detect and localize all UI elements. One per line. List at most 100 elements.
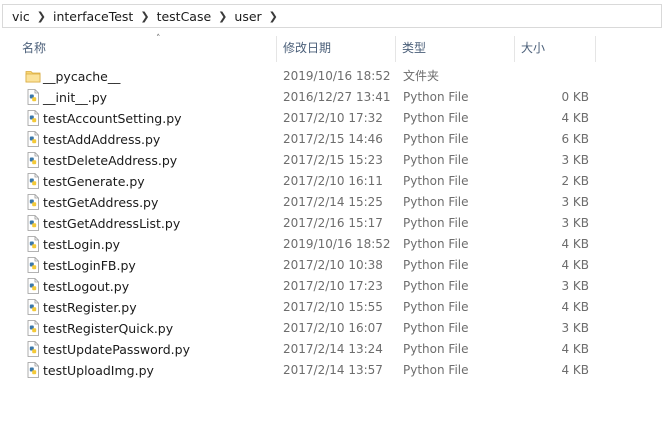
file-type: Python File — [403, 237, 469, 251]
file-type: Python File — [403, 174, 469, 188]
file-modified-date: 2017/2/16 15:17 — [283, 216, 383, 230]
file-name: testUploadImg.py — [43, 363, 154, 378]
folder-row[interactable]: __pycache__ 2019/10/16 18:52 文件夹 — [0, 66, 664, 87]
file-type: Python File — [403, 279, 469, 293]
file-size: 4 KB — [561, 111, 589, 125]
file-row[interactable]: testGetAddressList.py 2017/2/16 15:17 Py… — [0, 213, 664, 234]
file-modified-date: 2017/2/10 16:11 — [283, 174, 383, 188]
file-name: testGenerate.py — [43, 174, 145, 189]
file-row[interactable]: testDeleteAddress.py 2017/2/15 15:23 Pyt… — [0, 150, 664, 171]
column-header-type[interactable]: 类型 — [396, 34, 514, 62]
python-file-icon — [25, 320, 41, 336]
column-header-size-label: 大小 — [521, 41, 546, 55]
python-file-icon — [25, 299, 41, 315]
file-modified-date: 2019/10/16 18:52 — [283, 237, 391, 251]
chevron-right-icon[interactable]: ❯ — [33, 10, 50, 23]
file-name: testGetAddressList.py — [43, 216, 181, 231]
file-row[interactable]: testLogout.py 2017/2/10 17:23 Python Fil… — [0, 276, 664, 297]
column-header-date[interactable]: 修改日期 — [277, 34, 395, 62]
file-type: Python File — [403, 300, 469, 314]
python-file-icon — [25, 110, 41, 126]
file-modified-date: 2017/2/14 15:25 — [283, 195, 383, 209]
chevron-right-icon[interactable]: ❯ — [265, 10, 282, 23]
python-file-icon — [25, 152, 41, 168]
python-file-icon — [25, 341, 41, 357]
python-file-icon — [25, 215, 41, 231]
address-bar: vic ❯ interfaceTest ❯ testCase ❯ user ❯ — [0, 0, 664, 32]
file-size: 3 KB — [561, 321, 589, 335]
file-size: 2 KB — [561, 174, 589, 188]
file-list: __pycache__ 2019/10/16 18:52 文件夹 __init_… — [0, 66, 664, 381]
file-type: Python File — [403, 195, 469, 209]
file-modified-date: 2017/2/10 16:07 — [283, 321, 383, 335]
file-size: 3 KB — [561, 153, 589, 167]
file-type: Python File — [403, 132, 469, 146]
file-size: 4 KB — [561, 237, 589, 251]
file-row[interactable]: testRegisterQuick.py 2017/2/10 16:07 Pyt… — [0, 318, 664, 339]
file-size: 0 KB — [561, 90, 589, 104]
python-file-icon — [25, 131, 41, 147]
file-size: 6 KB — [561, 132, 589, 146]
file-modified-date: 2017/2/10 15:55 — [283, 300, 383, 314]
file-size: 4 KB — [561, 363, 589, 377]
file-type: Python File — [403, 111, 469, 125]
file-type: 文件夹 — [403, 69, 440, 83]
file-row[interactable]: testGetAddress.py 2017/2/14 15:25 Python… — [0, 192, 664, 213]
breadcrumb[interactable]: vic ❯ interfaceTest ❯ testCase ❯ user ❯ — [2, 4, 662, 28]
python-file-icon — [25, 89, 41, 105]
file-name: testRegisterQuick.py — [43, 321, 174, 336]
column-header-size[interactable]: 大小 — [515, 34, 595, 62]
file-row[interactable]: testAccountSetting.py 2017/2/10 17:32 Py… — [0, 108, 664, 129]
file-modified-date: 2017/2/14 13:24 — [283, 342, 383, 356]
file-name: testUpdatePassword.py — [43, 342, 190, 357]
file-modified-date: 2017/2/10 17:23 — [283, 279, 383, 293]
file-type: Python File — [403, 321, 469, 335]
file-row[interactable]: testLogin.py 2019/10/16 18:52 Python Fil… — [0, 234, 664, 255]
file-size: 3 KB — [561, 216, 589, 230]
file-size: 3 KB — [561, 195, 589, 209]
python-file-icon — [25, 278, 41, 294]
file-name: testLoginFB.py — [43, 258, 136, 273]
file-name: __pycache__ — [43, 69, 121, 84]
file-modified-date: 2017/2/15 14:46 — [283, 132, 383, 146]
breadcrumb-item-vic[interactable]: vic — [9, 9, 33, 24]
file-modified-date: 2019/10/16 18:52 — [283, 69, 391, 83]
file-type: Python File — [403, 216, 469, 230]
file-name: testLogin.py — [43, 237, 121, 252]
column-headers: ˄ 名称 修改日期 类型 大小 — [0, 34, 664, 62]
breadcrumb-item-user[interactable]: user — [231, 9, 264, 24]
file-name: testAccountSetting.py — [43, 111, 182, 126]
file-size: 4 KB — [561, 342, 589, 356]
file-modified-date: 2017/2/10 17:32 — [283, 111, 383, 125]
sort-ascending-icon: ˄ — [156, 34, 161, 44]
file-type: Python File — [403, 342, 469, 356]
file-size: 3 KB — [561, 279, 589, 293]
file-type: Python File — [403, 363, 469, 377]
file-type: Python File — [403, 153, 469, 167]
chevron-right-icon[interactable]: ❯ — [214, 10, 231, 23]
column-header-name[interactable]: ˄ 名称 — [16, 34, 276, 62]
file-row[interactable]: __init__.py 2016/12/27 13:41 Python File… — [0, 87, 664, 108]
file-modified-date: 2016/12/27 13:41 — [283, 90, 391, 104]
python-file-icon — [25, 194, 41, 210]
file-type: Python File — [403, 258, 469, 272]
file-row[interactable]: testUpdatePassword.py 2017/2/14 13:24 Py… — [0, 339, 664, 360]
file-name: testDeleteAddress.py — [43, 153, 178, 168]
column-header-type-label: 类型 — [402, 41, 427, 55]
breadcrumb-item-interfacetest[interactable]: interfaceTest — [50, 9, 136, 24]
breadcrumb-item-testcase[interactable]: testCase — [154, 9, 215, 24]
file-row[interactable]: testUploadImg.py 2017/2/14 13:57 Python … — [0, 360, 664, 381]
file-name: testGetAddress.py — [43, 195, 159, 210]
file-name: __init__.py — [43, 90, 108, 105]
file-row[interactable]: testLoginFB.py 2017/2/10 10:38 Python Fi… — [0, 255, 664, 276]
python-file-icon — [25, 236, 41, 252]
file-row[interactable]: testAddAddress.py 2017/2/15 14:46 Python… — [0, 129, 664, 150]
file-name: testLogout.py — [43, 279, 130, 294]
column-divider[interactable] — [595, 36, 596, 62]
file-row[interactable]: testGenerate.py 2017/2/10 16:11 Python F… — [0, 171, 664, 192]
chevron-right-icon[interactable]: ❯ — [136, 10, 153, 23]
folder-icon — [25, 68, 41, 84]
file-size: 4 KB — [561, 300, 589, 314]
column-header-date-label: 修改日期 — [283, 41, 332, 55]
file-row[interactable]: testRegister.py 2017/2/10 15:55 Python F… — [0, 297, 664, 318]
